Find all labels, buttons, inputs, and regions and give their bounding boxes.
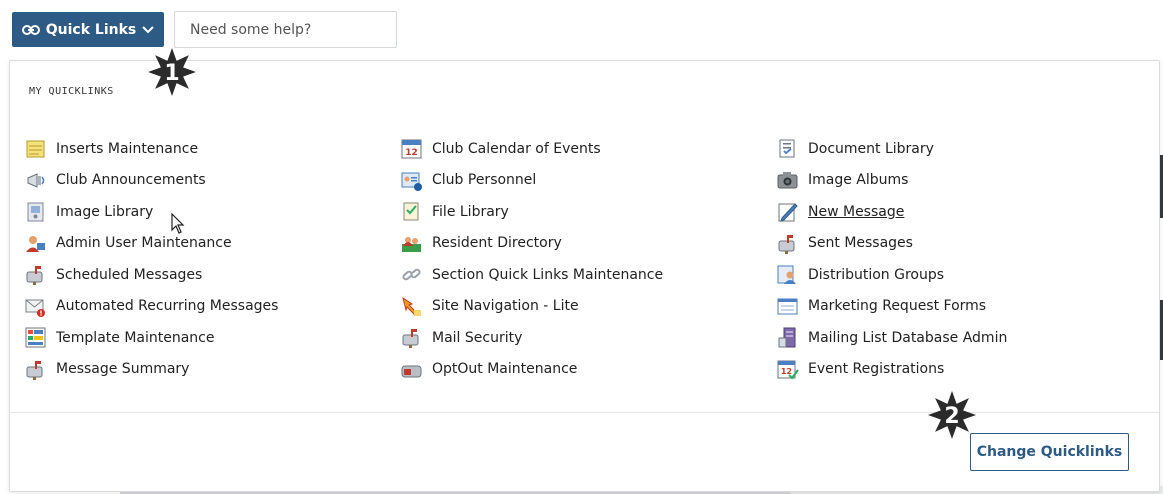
quicklink-resident-directory[interactable]: Resident Directory <box>400 228 663 260</box>
quicklinks-column-2: 12 Club Calendar of Events Club Personnel F… <box>400 133 663 385</box>
svg-text:12: 12 <box>781 367 792 376</box>
quicklink-label: Template Maintenance <box>56 329 215 346</box>
quicklink-label: Resident Directory <box>432 235 562 252</box>
quicklink-label: Mail Security <box>432 329 523 346</box>
quicklink-label: Automated Recurring Messages <box>56 298 279 315</box>
quicklink-label: Image Library <box>56 203 154 220</box>
admin-user-icon <box>26 235 45 252</box>
quicklink-label: Club Personnel <box>432 172 537 189</box>
step-badge-number: 1 <box>164 61 179 86</box>
quicklinks-column-3: Document Library Image Albums New Message S… <box>776 133 1007 385</box>
quicklink-label: Event Registrations <box>808 361 945 378</box>
link-icon <box>21 24 40 35</box>
quicklink-new-message[interactable]: New Message <box>776 196 1007 228</box>
quicklink-label: OptOut Maintenance <box>432 361 578 378</box>
quicklink-club-announcements[interactable]: Club Announcements <box>24 165 278 197</box>
svg-text:12: 12 <box>405 148 418 158</box>
quick-links-button[interactable]: Quick Links <box>12 12 164 47</box>
quicklink-section-quick-links-maintenance[interactable]: Section Quick Links Maintenance <box>400 259 663 291</box>
quicklink-label: Sent Messages <box>808 235 913 252</box>
mouse-cursor-icon <box>171 213 185 234</box>
navigation-arrow-icon <box>402 296 421 316</box>
notepad-icon <box>26 140 45 158</box>
quicklink-label: Mailing List Database Admin <box>808 329 1008 346</box>
chevron-down-icon <box>142 25 154 33</box>
quicklink-admin-user-maintenance[interactable]: Admin User Maintenance <box>24 228 278 260</box>
quicklink-optout-maintenance[interactable]: OptOut Maintenance <box>400 354 663 386</box>
step-badge-2: 2 <box>928 391 976 439</box>
quicklink-message-summary[interactable]: Message Summary <box>24 354 278 386</box>
quicklink-label: Club Calendar of Events <box>432 140 601 157</box>
quicklink-marketing-request-forms[interactable]: Marketing Request Forms <box>776 291 1007 323</box>
mailbox-icon <box>26 266 43 286</box>
quicklink-scheduled-messages[interactable]: Scheduled Messages <box>24 259 278 291</box>
step-badge-number: 2 <box>944 404 959 429</box>
optout-mailbox-icon <box>401 365 422 378</box>
personnel-card-icon <box>401 172 422 191</box>
distribution-groups-icon <box>777 265 796 285</box>
quicklink-inserts-maintenance[interactable]: Inserts Maintenance <box>24 133 278 165</box>
quicklink-document-library[interactable]: Document Library <box>776 133 1007 165</box>
quicklink-club-calendar-of-events[interactable]: 12 Club Calendar of Events <box>400 133 663 165</box>
template-grid-icon <box>25 327 46 348</box>
quicklink-label: Inserts Maintenance <box>56 140 199 157</box>
quicklink-label: Document Library <box>808 140 934 157</box>
quicklink-label: Marketing Request Forms <box>808 298 987 315</box>
help-search-input[interactable] <box>174 11 397 48</box>
quicklink-label: File Library <box>432 203 509 220</box>
chain-link-icon <box>402 268 421 281</box>
quicklink-club-personnel[interactable]: Club Personnel <box>400 165 663 197</box>
quicklink-file-library[interactable]: File Library <box>400 196 663 228</box>
quicklink-sent-messages[interactable]: Sent Messages <box>776 228 1007 260</box>
image-library-icon <box>27 202 44 222</box>
quicklink-image-library[interactable]: Image Library <box>24 196 278 228</box>
pen-paper-icon <box>778 203 798 223</box>
database-server-icon <box>778 327 796 348</box>
quicklink-template-maintenance[interactable]: Template Maintenance <box>24 322 278 354</box>
quicklinks-dropdown-panel: MY QUICKLINKS Inserts Maintenance Club An… <box>9 60 1160 492</box>
quicklink-label: Image Albums <box>808 172 909 189</box>
file-library-icon <box>403 202 419 221</box>
quick-links-label: Quick Links <box>45 21 137 38</box>
document-library-icon <box>779 139 795 158</box>
quicklink-distribution-groups[interactable]: Distribution Groups <box>776 259 1007 291</box>
quicklink-label: Message Summary <box>56 361 190 378</box>
quicklink-mailing-list-database-admin[interactable]: Mailing List Database Admin <box>776 322 1007 354</box>
change-quicklinks-button[interactable]: Change Quicklinks <box>970 433 1129 471</box>
panel-title: MY QUICKLINKS <box>29 86 114 97</box>
web-form-icon <box>777 298 798 315</box>
mailbox-icon <box>778 234 795 254</box>
quicklink-label: Club Announcements <box>56 172 206 189</box>
quicklink-mail-security[interactable]: Mail Security <box>400 322 663 354</box>
step-badge-1: 1 <box>148 48 196 96</box>
quicklinks-column-1: Inserts Maintenance Club Announcements Ima… <box>24 133 278 385</box>
quicklink-automated-recurring-messages[interactable]: Automated Recurring Messages <box>24 291 278 323</box>
quicklink-label: Scheduled Messages <box>56 266 203 283</box>
quicklink-site-navigation-lite[interactable]: Site Navigation - Lite <box>400 291 663 323</box>
quicklink-image-albums[interactable]: Image Albums <box>776 165 1007 197</box>
mailbox-icon <box>402 329 419 349</box>
calendar-check-icon: 12 <box>777 360 799 380</box>
directory-icon <box>402 236 421 252</box>
quicklink-label: Section Quick Links Maintenance <box>432 266 664 283</box>
panel-divider <box>10 412 1159 413</box>
camera-icon <box>777 171 798 189</box>
quicklink-event-registrations[interactable]: 12 Event Registrations <box>776 354 1007 386</box>
quicklink-label: Admin User Maintenance <box>56 235 232 252</box>
megaphone-icon <box>27 172 45 188</box>
quicklink-label: Distribution Groups <box>808 266 945 283</box>
envelope-alert-icon <box>25 299 45 317</box>
calendar-icon: 12 <box>401 139 422 159</box>
mailbox-icon <box>26 360 43 380</box>
quicklink-label: Site Navigation - Lite <box>432 298 579 315</box>
quicklink-label: New Message <box>808 203 905 220</box>
